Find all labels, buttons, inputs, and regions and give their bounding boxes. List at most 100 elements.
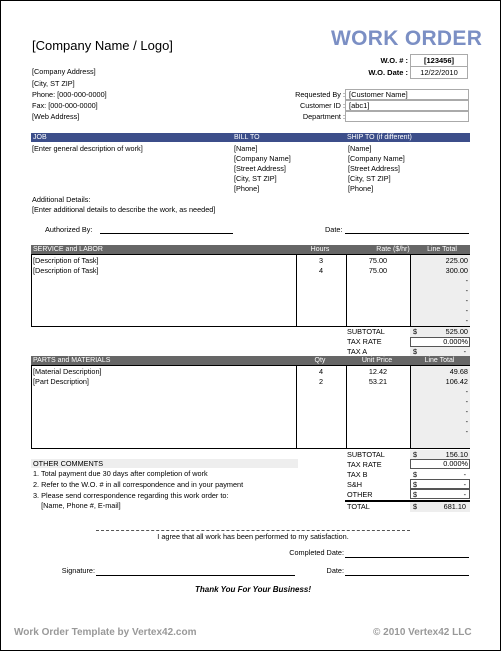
comment-line[interactable]: [Name, Phone #, E-mail] <box>33 501 121 510</box>
parts-qty[interactable]: 2 <box>296 377 346 386</box>
service-subtotal-label: SUBTOTAL <box>347 327 385 336</box>
requested-by-label: Requested By : <box>295 90 345 99</box>
service-total: - <box>465 286 468 295</box>
sh-currency: $ <box>413 480 418 489</box>
company-fax[interactable]: Fax: [000-000-0000] <box>32 101 98 110</box>
parts-taxrate-field[interactable]: 0.000% <box>410 459 470 469</box>
parts-table: [Material Description] 4 12.42 49.68 [Part D… <box>31 365 470 449</box>
bill-to-phone[interactable]: [Phone] <box>234 184 259 193</box>
wo-number-label: W.O. # : <box>380 56 408 65</box>
company-address[interactable]: [Company Address] <box>32 67 96 76</box>
ship-to-city[interactable]: [City, ST ZIP] <box>348 174 391 183</box>
parts-total: - <box>465 407 468 416</box>
parts-header-bar: PARTS and MATERIALS Qty Unit Price Line … <box>31 356 470 365</box>
service-rate[interactable]: 75.00 <box>346 256 410 265</box>
sh-label: S&H <box>347 480 363 489</box>
authorized-date-line[interactable] <box>345 233 469 234</box>
service-total: - <box>465 276 468 285</box>
taxb-label: TAX B <box>347 470 368 479</box>
parts-col-price: Unit Price <box>361 357 393 364</box>
department-field[interactable] <box>345 111 469 122</box>
service-col-total: Line Total <box>427 246 457 253</box>
company-web[interactable]: [Web Address] <box>32 112 79 121</box>
service-desc[interactable]: [Description of Task] <box>33 256 293 265</box>
comment-line[interactable]: 1. Total payment due 30 days after compl… <box>33 469 208 478</box>
bill-to-header: BILL TO <box>234 134 260 141</box>
service-header: SERVICE and LABOR <box>33 246 103 253</box>
bill-to-name[interactable]: [Name] <box>234 144 258 153</box>
job-header-bar: JOB BILL TO SHIP TO (if different) <box>31 133 470 142</box>
wo-date-field[interactable]: 12/22/2010 <box>410 66 468 79</box>
taxb-currency: $ <box>413 470 418 479</box>
parts-total: 106.42 <box>445 377 468 386</box>
parts-desc[interactable]: [Material Description] <box>33 367 293 376</box>
taxb-value: - <box>463 470 466 479</box>
service-total: - <box>465 296 468 305</box>
authorized-by-line[interactable] <box>100 233 233 234</box>
service-rate[interactable]: 75.00 <box>346 266 410 275</box>
parts-subtotal-value: 156.10 <box>445 450 468 459</box>
job-description[interactable]: [Enter general description of work] <box>32 144 143 153</box>
signature-date-line[interactable] <box>345 575 469 576</box>
completed-date-line[interactable] <box>345 557 469 558</box>
parts-total: - <box>465 397 468 406</box>
service-table: [Description of Task] 3 75.00 225.00 [Descri… <box>31 254 470 327</box>
requested-by-field[interactable]: [Customer Name] <box>345 89 469 100</box>
service-subtotal-value: 525.00 <box>445 327 468 336</box>
other-currency: $ <box>413 490 418 499</box>
service-taxrate-label: TAX RATE <box>347 337 382 346</box>
parts-taxrate-label: TAX RATE <box>347 460 382 469</box>
ship-to-company[interactable]: [Company Name] <box>348 154 405 163</box>
service-desc[interactable]: [Description of Task] <box>33 266 293 275</box>
other-value[interactable]: - <box>420 490 466 499</box>
department-label: Department : <box>302 112 345 121</box>
ship-to-name[interactable]: [Name] <box>348 144 372 153</box>
authorized-by-label: Authorized By: <box>45 225 93 234</box>
ship-to-header: SHIP TO (if different) <box>347 134 412 141</box>
parts-desc[interactable]: [Part Description] <box>33 377 293 386</box>
comments-header: OTHER COMMENTS <box>31 459 298 468</box>
service-header-bar: SERVICE and LABOR Hours Rate ($/hr) Line… <box>31 245 470 254</box>
company-name[interactable]: [Company Name / Logo] <box>32 38 173 53</box>
agree-divider <box>96 530 410 531</box>
ship-to-phone[interactable]: [Phone] <box>348 184 373 193</box>
service-qty[interactable]: 3 <box>296 256 346 265</box>
service-total: - <box>465 316 468 325</box>
document-title: WORK ORDER <box>331 27 483 50</box>
footer-copyright: © 2010 Vertex42 LLC <box>373 627 472 638</box>
company-phone[interactable]: Phone: [000-000-0000] <box>32 90 107 99</box>
additional-details-text[interactable]: [Enter additional details to describe th… <box>32 205 215 214</box>
job-header: JOB <box>33 134 47 141</box>
service-tax-currency: $ <box>413 347 418 356</box>
completed-date-label: Completed Date: <box>289 548 344 557</box>
customer-id-label: Customer ID : <box>299 101 345 110</box>
agree-text: I agree that all work has been performed… <box>157 532 349 541</box>
parts-subtotal-label: SUBTOTAL <box>347 450 385 459</box>
company-city[interactable]: [City, ST ZIP] <box>32 79 75 88</box>
service-tax-value: - <box>463 347 466 356</box>
wo-date-label: W.O. Date : <box>368 68 408 77</box>
parts-header: PARTS and MATERIALS <box>33 357 111 364</box>
ship-to-street[interactable]: [Street Address] <box>348 164 400 173</box>
service-tax-label: TAX A <box>347 347 368 356</box>
total-currency: $ <box>413 502 418 511</box>
sh-value[interactable]: - <box>420 480 466 489</box>
parts-price[interactable]: 53.21 <box>346 377 410 386</box>
customer-id-field[interactable]: [abc1] <box>345 100 469 111</box>
bill-to-company[interactable]: [Company Name] <box>234 154 291 163</box>
thank-you-text: Thank You For Your Business! <box>194 585 312 594</box>
comment-line[interactable]: 3. Please send correspondence regarding … <box>33 491 229 500</box>
parts-total: - <box>465 387 468 396</box>
bill-to-street[interactable]: [Street Address] <box>234 164 286 173</box>
parts-qty[interactable]: 4 <box>296 367 346 376</box>
parts-price[interactable]: 12.42 <box>346 367 410 376</box>
other-label: OTHER <box>347 490 373 499</box>
footer-template-credit[interactable]: Work Order Template by Vertex42.com <box>14 627 196 638</box>
bill-to-city[interactable]: [City, ST ZIP] <box>234 174 277 183</box>
service-total: - <box>465 306 468 315</box>
total-label: TOTAL <box>347 502 370 511</box>
signature-line[interactable] <box>96 575 295 576</box>
service-qty[interactable]: 4 <box>296 266 346 275</box>
comment-line[interactable]: 2. Refer to the W.O. # in all correspond… <box>33 480 243 489</box>
service-taxrate-field[interactable]: 0.000% <box>410 337 470 347</box>
